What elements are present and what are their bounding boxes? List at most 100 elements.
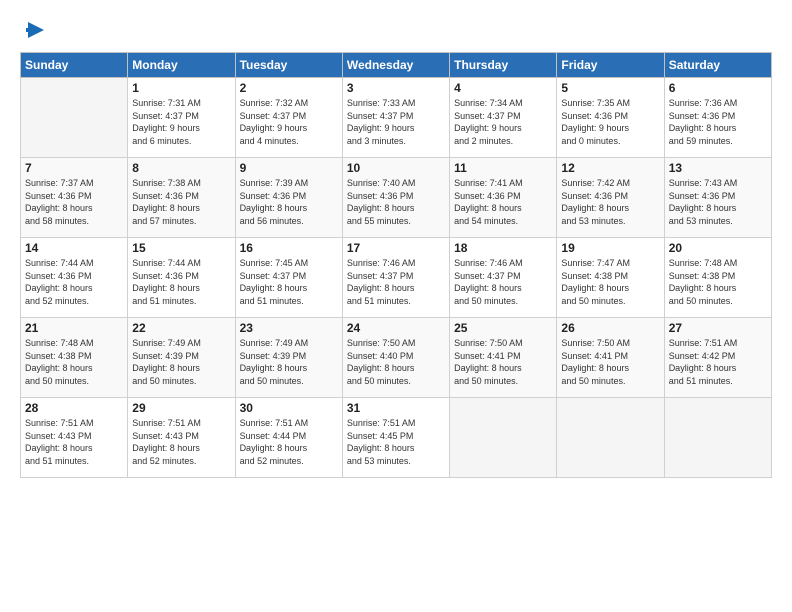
header-cell-friday: Friday xyxy=(557,53,664,78)
day-number: 27 xyxy=(669,321,767,335)
day-info: Sunrise: 7:49 AMSunset: 4:39 PMDaylight:… xyxy=(132,338,201,386)
day-info: Sunrise: 7:47 AMSunset: 4:38 PMDaylight:… xyxy=(561,258,630,306)
day-info: Sunrise: 7:50 AMSunset: 4:41 PMDaylight:… xyxy=(454,338,523,386)
day-info: Sunrise: 7:45 AMSunset: 4:37 PMDaylight:… xyxy=(240,258,309,306)
day-number: 25 xyxy=(454,321,552,335)
day-info: Sunrise: 7:32 AMSunset: 4:37 PMDaylight:… xyxy=(240,98,309,146)
day-cell: 23 Sunrise: 7:49 AMSunset: 4:39 PMDayligh… xyxy=(235,318,342,398)
day-info: Sunrise: 7:36 AMSunset: 4:36 PMDaylight:… xyxy=(669,98,738,146)
day-number: 29 xyxy=(132,401,230,415)
day-info: Sunrise: 7:40 AMSunset: 4:36 PMDaylight:… xyxy=(347,178,416,226)
day-info: Sunrise: 7:41 AMSunset: 4:36 PMDaylight:… xyxy=(454,178,523,226)
day-cell: 11 Sunrise: 7:41 AMSunset: 4:36 PMDayligh… xyxy=(450,158,557,238)
day-cell: 9 Sunrise: 7:39 AMSunset: 4:36 PMDaylight… xyxy=(235,158,342,238)
day-cell: 5Sunrise: 7:35 AMSunset: 4:36 PMDaylight… xyxy=(557,78,664,158)
day-info: Sunrise: 7:48 AMSunset: 4:38 PMDaylight:… xyxy=(25,338,94,386)
header-cell-tuesday: Tuesday xyxy=(235,53,342,78)
day-cell xyxy=(664,398,771,478)
day-cell: 17 Sunrise: 7:46 AMSunset: 4:37 PMDayligh… xyxy=(342,238,449,318)
day-cell: 30Sunrise: 7:51 AMSunset: 4:44 PMDayligh… xyxy=(235,398,342,478)
day-info: Sunrise: 7:46 AMSunset: 4:37 PMDaylight:… xyxy=(347,258,416,306)
day-cell: 28Sunrise: 7:51 AMSunset: 4:43 PMDayligh… xyxy=(21,398,128,478)
page: SundayMondayTuesdayWednesdayThursdayFrid… xyxy=(0,0,792,612)
day-info: Sunrise: 7:48 AMSunset: 4:38 PMDaylight:… xyxy=(669,258,738,306)
day-cell: 20 Sunrise: 7:48 AMSunset: 4:38 PMDayligh… xyxy=(664,238,771,318)
header-cell-saturday: Saturday xyxy=(664,53,771,78)
day-cell: 31Sunrise: 7:51 AMSunset: 4:45 PMDayligh… xyxy=(342,398,449,478)
day-number: 17 xyxy=(347,241,445,255)
day-info: Sunrise: 7:39 AMSunset: 4:36 PMDaylight:… xyxy=(240,178,309,226)
day-cell: 21 Sunrise: 7:48 AMSunset: 4:38 PMDayligh… xyxy=(21,318,128,398)
day-cell: 24 Sunrise: 7:50 AMSunset: 4:40 PMDayligh… xyxy=(342,318,449,398)
day-cell: 12 Sunrise: 7:42 AMSunset: 4:36 PMDayligh… xyxy=(557,158,664,238)
day-cell: 13 Sunrise: 7:43 AMSunset: 4:36 PMDayligh… xyxy=(664,158,771,238)
header-cell-monday: Monday xyxy=(128,53,235,78)
day-cell: 10 Sunrise: 7:40 AMSunset: 4:36 PMDayligh… xyxy=(342,158,449,238)
day-number: 28 xyxy=(25,401,123,415)
day-number: 11 xyxy=(454,161,552,175)
day-info: Sunrise: 7:49 AMSunset: 4:39 PMDaylight:… xyxy=(240,338,309,386)
day-info: Sunrise: 7:37 AMSunset: 4:36 PMDaylight:… xyxy=(25,178,94,226)
day-info: Sunrise: 7:44 AMSunset: 4:36 PMDaylight:… xyxy=(25,258,94,306)
day-number: 2 xyxy=(240,81,338,95)
day-number: 19 xyxy=(561,241,659,255)
day-cell: 16Sunrise: 7:45 AMSunset: 4:37 PMDayligh… xyxy=(235,238,342,318)
day-info: Sunrise: 7:34 AMSunset: 4:37 PMDaylight:… xyxy=(454,98,523,146)
day-info: Sunrise: 7:51 AMSunset: 4:42 PMDaylight:… xyxy=(669,338,738,386)
day-info: Sunrise: 7:50 AMSunset: 4:40 PMDaylight:… xyxy=(347,338,416,386)
calendar-table: SundayMondayTuesdayWednesdayThursdayFrid… xyxy=(20,52,772,478)
day-number: 20 xyxy=(669,241,767,255)
day-info: Sunrise: 7:31 AMSunset: 4:37 PMDaylight:… xyxy=(132,98,201,146)
day-cell: 25 Sunrise: 7:50 AMSunset: 4:41 PMDayligh… xyxy=(450,318,557,398)
day-number: 9 xyxy=(240,161,338,175)
day-info: Sunrise: 7:43 AMSunset: 4:36 PMDaylight:… xyxy=(669,178,738,226)
day-number: 24 xyxy=(347,321,445,335)
day-cell: 6Sunrise: 7:36 AMSunset: 4:36 PMDaylight… xyxy=(664,78,771,158)
day-number: 7 xyxy=(25,161,123,175)
day-cell xyxy=(450,398,557,478)
day-cell: 7 Sunrise: 7:37 AMSunset: 4:36 PMDaylight… xyxy=(21,158,128,238)
header-cell-thursday: Thursday xyxy=(450,53,557,78)
day-number: 23 xyxy=(240,321,338,335)
day-number: 30 xyxy=(240,401,338,415)
day-number: 14 xyxy=(25,241,123,255)
day-cell: 27 Sunrise: 7:51 AMSunset: 4:42 PMDayligh… xyxy=(664,318,771,398)
logo xyxy=(20,18,48,42)
day-number: 5 xyxy=(561,81,659,95)
day-number: 10 xyxy=(347,161,445,175)
header-cell-wednesday: Wednesday xyxy=(342,53,449,78)
day-number: 22 xyxy=(132,321,230,335)
day-cell: 22 Sunrise: 7:49 AMSunset: 4:39 PMDayligh… xyxy=(128,318,235,398)
day-info: Sunrise: 7:51 AMSunset: 4:43 PMDaylight:… xyxy=(132,418,201,466)
day-number: 3 xyxy=(347,81,445,95)
week-row-0: 1 Sunrise: 7:31 AMSunset: 4:37 PMDaylight… xyxy=(21,78,772,158)
day-number: 4 xyxy=(454,81,552,95)
day-cell: 15Sunrise: 7:44 AMSunset: 4:36 PMDayligh… xyxy=(128,238,235,318)
day-number: 26 xyxy=(561,321,659,335)
day-number: 12 xyxy=(561,161,659,175)
day-cell: 8 Sunrise: 7:38 AMSunset: 4:36 PMDaylight… xyxy=(128,158,235,238)
day-cell: 29 Sunrise: 7:51 AMSunset: 4:43 PMDayligh… xyxy=(128,398,235,478)
header xyxy=(20,18,772,42)
day-number: 31 xyxy=(347,401,445,415)
week-row-1: 7 Sunrise: 7:37 AMSunset: 4:36 PMDaylight… xyxy=(21,158,772,238)
day-number: 18 xyxy=(454,241,552,255)
day-cell: 19 Sunrise: 7:47 AMSunset: 4:38 PMDayligh… xyxy=(557,238,664,318)
day-info: Sunrise: 7:42 AMSunset: 4:36 PMDaylight:… xyxy=(561,178,630,226)
day-number: 8 xyxy=(132,161,230,175)
header-row: SundayMondayTuesdayWednesdayThursdayFrid… xyxy=(21,53,772,78)
day-cell: 2 Sunrise: 7:32 AMSunset: 4:37 PMDaylight… xyxy=(235,78,342,158)
day-number: 13 xyxy=(669,161,767,175)
week-row-3: 21 Sunrise: 7:48 AMSunset: 4:38 PMDayligh… xyxy=(21,318,772,398)
logo-icon xyxy=(24,18,48,42)
day-number: 21 xyxy=(25,321,123,335)
day-cell: 18 Sunrise: 7:46 AMSunset: 4:37 PMDayligh… xyxy=(450,238,557,318)
day-info: Sunrise: 7:33 AMSunset: 4:37 PMDaylight:… xyxy=(347,98,416,146)
day-info: Sunrise: 7:46 AMSunset: 4:37 PMDaylight:… xyxy=(454,258,523,306)
day-cell: 4 Sunrise: 7:34 AMSunset: 4:37 PMDaylight… xyxy=(450,78,557,158)
header-cell-sunday: Sunday xyxy=(21,53,128,78)
day-info: Sunrise: 7:38 AMSunset: 4:36 PMDaylight:… xyxy=(132,178,201,226)
day-cell: 1 Sunrise: 7:31 AMSunset: 4:37 PMDaylight… xyxy=(128,78,235,158)
day-number: 1 xyxy=(132,81,230,95)
day-cell: 3 Sunrise: 7:33 AMSunset: 4:37 PMDaylight… xyxy=(342,78,449,158)
